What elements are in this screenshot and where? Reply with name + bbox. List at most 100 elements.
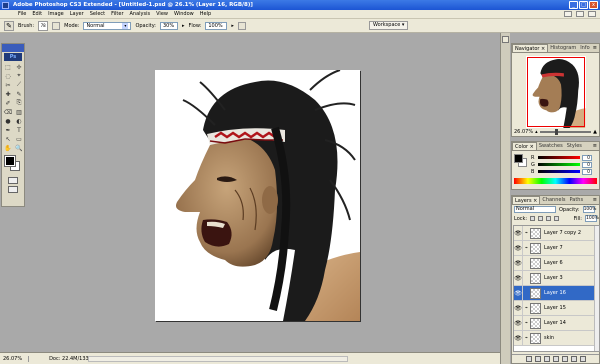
collapse-dock-button[interactable] xyxy=(502,36,509,43)
navigator-zoom-value[interactable]: 26.07% xyxy=(514,129,533,135)
tab-swatches[interactable]: Swatches xyxy=(537,142,565,150)
menu-select[interactable]: Select xyxy=(90,11,105,17)
layer-row[interactable]: 👁 ⌁ Layer 7 copy 2 xyxy=(514,226,599,241)
layer-row[interactable]: 👁 ⌁ skin xyxy=(514,330,599,346)
history-brush-tool-icon[interactable]: ⎘ xyxy=(14,99,24,107)
tab-paths[interactable]: Paths xyxy=(567,196,585,204)
layer-style-icon[interactable] xyxy=(534,356,541,362)
zoom-out-icon[interactable]: ▴ xyxy=(535,129,538,135)
layers-scrollbar[interactable] xyxy=(594,226,599,351)
eye-icon[interactable]: 👁 xyxy=(514,315,523,331)
doc-restore-button[interactable] xyxy=(576,11,584,17)
brush-tool-icon[interactable]: ✎ xyxy=(14,90,24,98)
panel-menu-icon[interactable]: ≡ xyxy=(593,196,599,204)
layer-row[interactable]: 👁 ⌁ Layer 14 xyxy=(514,315,599,331)
zoom-slider-knob[interactable] xyxy=(555,129,559,135)
layer-row[interactable]: 👁 Layer 6 xyxy=(514,255,599,271)
quick-select-tool-icon[interactable]: ⌖ xyxy=(14,72,24,80)
menu-help[interactable]: Help xyxy=(200,11,211,17)
adjustment-layer-icon[interactable] xyxy=(552,356,559,362)
tab-info[interactable]: Info xyxy=(578,44,591,52)
app-icon[interactable] xyxy=(2,1,9,9)
tab-navigator[interactable]: Navigator × xyxy=(512,44,549,52)
horizontal-scrollbar[interactable] xyxy=(88,356,348,362)
type-tool-icon[interactable]: T xyxy=(14,126,24,134)
minimize-button[interactable]: _ xyxy=(569,1,578,9)
flow-field[interactable]: 100% xyxy=(205,21,228,30)
workspace-button[interactable]: Workspace ▾ xyxy=(369,21,409,30)
menu-edit[interactable]: Edit xyxy=(32,11,42,17)
eye-icon[interactable]: 👁 xyxy=(514,226,523,241)
tab-channels[interactable]: Channels xyxy=(540,196,567,204)
chevron-right-icon[interactable]: ▸ xyxy=(182,23,185,29)
layer-row[interactable]: 👁 ⌁ Layer 7 xyxy=(514,240,599,256)
foreground-color-swatch[interactable] xyxy=(514,154,523,163)
shape-tool-icon[interactable]: ▭ xyxy=(14,135,24,143)
blue-slider[interactable] xyxy=(538,170,580,173)
green-slider[interactable] xyxy=(538,163,580,166)
lock-all-icon[interactable] xyxy=(554,216,560,221)
menu-window[interactable]: Window xyxy=(174,11,194,17)
red-slider[interactable] xyxy=(538,156,580,159)
fill-field[interactable]: 100% xyxy=(585,215,599,222)
dodge-tool-icon[interactable]: ◐ xyxy=(14,117,24,125)
navigator-zoom-slider[interactable] xyxy=(539,129,592,135)
status-zoom-field[interactable]: 26.07% xyxy=(3,355,30,362)
airbrush-icon[interactable] xyxy=(237,21,246,30)
move-tool-icon[interactable]: ✢ xyxy=(14,63,24,71)
link-layers-icon[interactable] xyxy=(525,356,532,362)
menu-analysis[interactable]: Analysis xyxy=(130,11,151,17)
tab-styles[interactable]: Styles xyxy=(565,142,584,150)
brush-size-picker[interactable]: 78 xyxy=(38,20,49,31)
path-select-tool-icon[interactable]: ↖ xyxy=(3,135,13,143)
mode-select[interactable]: Normal ▾ xyxy=(83,21,132,30)
slice-tool-icon[interactable]: ⟋ xyxy=(14,81,24,89)
gradient-tool-icon[interactable]: ▥ xyxy=(14,108,24,116)
screen-mode-button[interactable] xyxy=(8,186,18,193)
ps-logo[interactable]: Ps xyxy=(4,53,22,61)
red-value-field[interactable]: 0 xyxy=(582,154,592,161)
panel-menu-icon[interactable]: ≡ xyxy=(593,44,599,52)
toolbox-header[interactable] xyxy=(2,44,24,52)
lasso-tool-icon[interactable]: ◌ xyxy=(3,72,13,80)
lock-position-icon[interactable] xyxy=(546,216,552,221)
close-button[interactable]: x xyxy=(589,1,598,9)
eye-icon[interactable]: 👁 xyxy=(514,300,523,316)
eye-icon[interactable]: 👁 xyxy=(514,285,523,301)
lock-transparency-icon[interactable] xyxy=(530,216,536,221)
brush-tool-preset-icon[interactable]: ✎ xyxy=(4,20,14,31)
tab-layers[interactable]: Layers × xyxy=(512,196,541,204)
layer-mask-icon[interactable] xyxy=(543,356,550,362)
brush-panel-toggle-icon[interactable] xyxy=(52,21,61,30)
new-layer-icon[interactable] xyxy=(570,356,577,362)
eye-icon[interactable]: 👁 xyxy=(514,255,523,271)
layer-row[interactable]: 👁 Layer 3 xyxy=(514,270,599,286)
blue-value-field[interactable]: 0 xyxy=(582,168,592,175)
eye-icon[interactable]: 👁 xyxy=(514,240,523,256)
blur-tool-icon[interactable]: ● xyxy=(3,117,13,125)
lock-pixels-icon[interactable] xyxy=(538,216,544,221)
menu-view[interactable]: View xyxy=(156,11,168,17)
zoom-tool-icon[interactable]: 🔍 xyxy=(14,144,24,152)
pen-tool-icon[interactable]: ✒ xyxy=(3,126,13,134)
marquee-tool-icon[interactable]: ⬚ xyxy=(3,63,13,71)
eraser-tool-icon[interactable]: ⌫ xyxy=(3,108,13,116)
new-group-icon[interactable] xyxy=(561,356,568,362)
chevron-right-icon[interactable]: ▸ xyxy=(231,23,234,29)
menu-layer[interactable]: Layer xyxy=(70,11,84,17)
hand-tool-icon[interactable]: ✋ xyxy=(3,144,13,152)
navigator-thumbnail[interactable] xyxy=(525,56,586,128)
menu-image[interactable]: Image xyxy=(48,11,64,17)
tab-color[interactable]: Color × xyxy=(512,142,537,150)
layer-row[interactable]: 👁 ⌁ Layer 15 xyxy=(514,300,599,316)
panel-menu-icon[interactable]: ≡ xyxy=(593,142,599,150)
layer-opacity-field[interactable]: 100% xyxy=(582,206,596,213)
navigator-view-box[interactable] xyxy=(526,57,585,127)
tab-histogram[interactable]: Histogram xyxy=(548,44,578,52)
menu-file[interactable]: File xyxy=(18,11,26,17)
crop-tool-icon[interactable]: ✂ xyxy=(3,81,13,89)
menu-filter[interactable]: Filter xyxy=(111,11,123,17)
doc-minimize-button[interactable] xyxy=(564,11,572,17)
healing-tool-icon[interactable]: ✚ xyxy=(3,90,13,98)
quick-mask-button[interactable] xyxy=(8,177,18,184)
